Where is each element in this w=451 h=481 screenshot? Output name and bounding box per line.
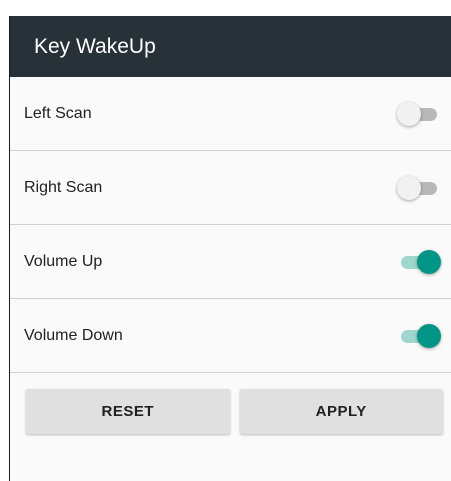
settings-list: Left Scan Right Scan Volume Up Volume Do…: [10, 77, 451, 373]
volume-up-toggle[interactable]: [397, 249, 441, 275]
app-window: Key WakeUp Left Scan Right Scan Volume U…: [9, 16, 451, 481]
left-scan-toggle[interactable]: [397, 101, 441, 127]
page-title: Key WakeUp: [34, 34, 156, 58]
setting-label: Right Scan: [24, 178, 103, 196]
setting-label: Volume Down: [24, 326, 123, 344]
right-scan-toggle[interactable]: [397, 175, 441, 201]
setting-row-volume-up[interactable]: Volume Up: [10, 225, 451, 299]
volume-down-toggle[interactable]: [397, 323, 441, 349]
reset-button[interactable]: RESET: [26, 389, 230, 434]
setting-row-right-scan[interactable]: Right Scan: [10, 151, 451, 225]
setting-label: Volume Up: [24, 252, 103, 270]
toggle-thumb: [397, 175, 421, 200]
apply-button[interactable]: APPLY: [239, 389, 443, 434]
setting-label: Left Scan: [24, 104, 92, 122]
setting-row-left-scan[interactable]: Left Scan: [10, 77, 451, 151]
toggle-thumb: [417, 249, 441, 274]
toggle-thumb: [417, 323, 441, 348]
toggle-thumb: [397, 101, 421, 126]
action-bar: RESET APPLY: [10, 373, 451, 434]
app-bar: Key WakeUp: [10, 16, 451, 77]
setting-row-volume-down[interactable]: Volume Down: [10, 299, 451, 373]
